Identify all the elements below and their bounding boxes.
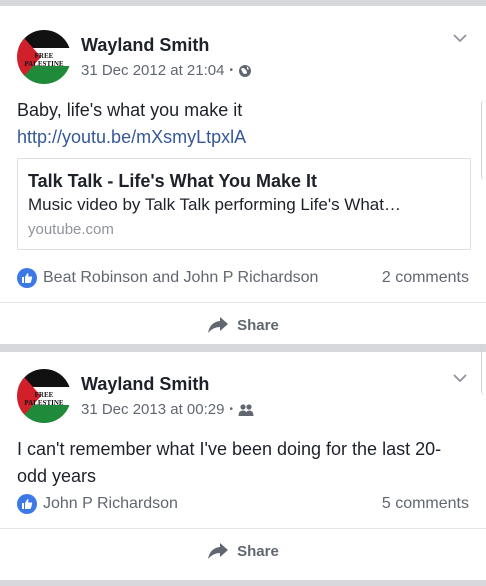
feed-post: FREE PALESTINE Wayland Smith 31 Dec 2013… [0,352,486,580]
scrollbar[interactable] [481,100,486,180]
post-meta: 31 Dec 2012 at 21:04 • [81,62,252,79]
globe-icon [238,64,251,77]
chevron-down-icon[interactable] [452,30,468,46]
author-name[interactable]: Wayland Smith [81,374,209,395]
post-text: Baby, life's what you make it http://you… [17,97,464,151]
comments-count[interactable]: 5 comments [382,495,469,513]
post-timestamp[interactable]: 31 Dec 2012 at 21:04 [81,62,224,79]
likers-text[interactable]: John P Richardson [43,495,178,513]
meta-separator: • [229,65,233,76]
like-icon[interactable] [17,268,37,288]
share-button[interactable]: Share [0,316,486,334]
post-meta: 31 Dec 2013 at 00:29 • [81,401,254,418]
avatar-overlay-text: FREE PALESTINE [24,52,64,68]
chevron-down-icon[interactable] [452,370,468,386]
share-label: Share [237,542,279,560]
action-divider [0,528,486,529]
author-avatar[interactable]: FREE PALESTINE [17,30,71,84]
share-label: Share [237,316,279,334]
link-preview-title: Talk Talk - Life's What You Make It [28,171,318,191]
friends-icon [238,403,254,416]
link-preview-card[interactable]: Talk Talk - Life's What You Make It Musi… [17,158,471,250]
share-arrow-icon [208,317,229,333]
author-avatar[interactable]: FREE PALESTINE [17,369,71,423]
link-preview-description: Music video by Talk Talk performing Life… [28,195,401,214]
share-arrow-icon [208,543,229,559]
reactions-bar: John P Richardson 5 comments [17,494,469,514]
link-preview-domain: youtube.com [28,221,114,238]
comments-count[interactable]: 2 comments [382,269,469,287]
avatar-overlay-text: FREE PALESTINE [24,391,64,407]
feed-post: FREE PALESTINE Wayland Smith 31 Dec 2012… [0,6,486,344]
post-text: I can't remember what I've been doing fo… [17,439,442,486]
action-divider [0,302,486,303]
likers-text[interactable]: Beat Robinson and John P Richardson [43,269,318,287]
post-message: Baby, life's what you make it [17,100,243,120]
reactions-bar: Beat Robinson and John P Richardson 2 co… [17,268,469,288]
scrollbar[interactable] [481,345,486,395]
post-timestamp[interactable]: 31 Dec 2013 at 00:29 [81,401,224,418]
meta-separator: • [229,404,233,415]
author-name[interactable]: Wayland Smith [81,35,209,56]
post-link[interactable]: http://youtu.be/mXsmyLtpxlA [17,127,246,147]
share-button[interactable]: Share [0,542,486,560]
like-icon[interactable] [17,494,37,514]
